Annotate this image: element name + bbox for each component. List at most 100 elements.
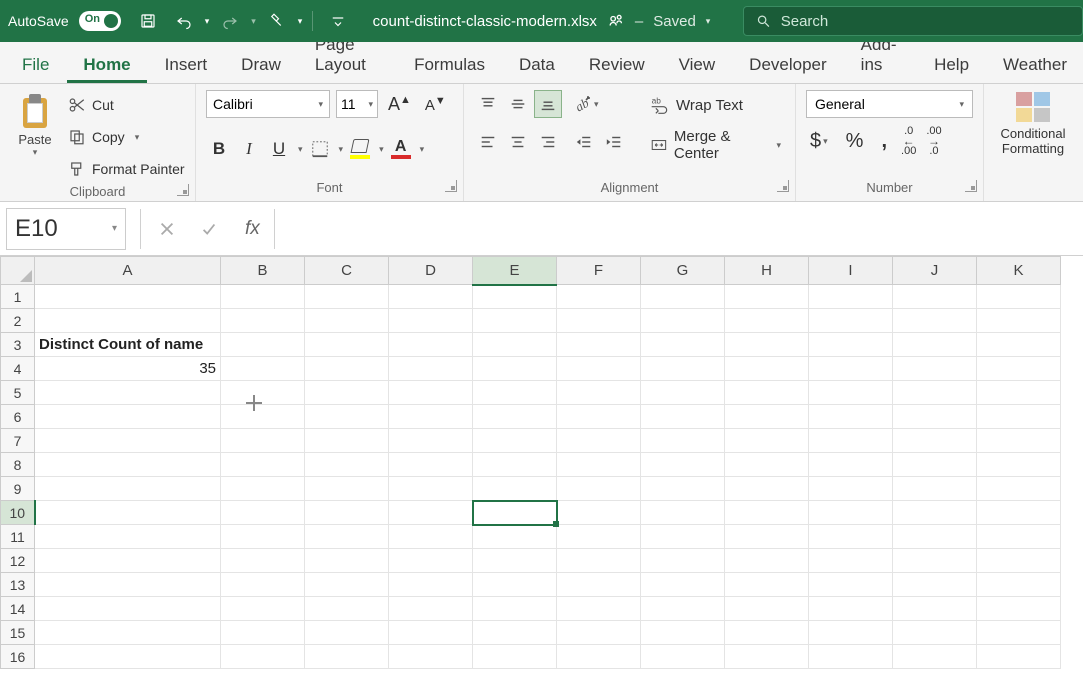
row-header-7[interactable]: 7 bbox=[1, 429, 35, 453]
column-header-D[interactable]: D bbox=[389, 257, 473, 285]
column-header-I[interactable]: I bbox=[809, 257, 893, 285]
cell-F7[interactable] bbox=[557, 429, 641, 453]
column-header-C[interactable]: C bbox=[305, 257, 389, 285]
cell-D4[interactable] bbox=[389, 357, 473, 381]
cell-K4[interactable] bbox=[977, 357, 1061, 381]
cell-A4[interactable]: 35 bbox=[35, 357, 221, 381]
cell-K3[interactable] bbox=[977, 333, 1061, 357]
cell-C14[interactable] bbox=[305, 597, 389, 621]
wrap-text-button[interactable]: ab Wrap Text bbox=[646, 90, 785, 120]
cancel-formula-button[interactable] bbox=[155, 217, 179, 241]
cell-G10[interactable] bbox=[641, 501, 725, 525]
cell-E10[interactable] bbox=[473, 501, 557, 525]
cell-G16[interactable] bbox=[641, 645, 725, 669]
cell-G7[interactable] bbox=[641, 429, 725, 453]
cell-I16[interactable] bbox=[809, 645, 893, 669]
cell-H4[interactable] bbox=[725, 357, 809, 381]
cell-G9[interactable] bbox=[641, 477, 725, 501]
cell-G14[interactable] bbox=[641, 597, 725, 621]
increase-decimal-button[interactable]: .0←.00 bbox=[901, 126, 916, 156]
row-header-8[interactable]: 8 bbox=[1, 453, 35, 477]
cell-F5[interactable] bbox=[557, 381, 641, 405]
cell-J8[interactable] bbox=[893, 453, 977, 477]
column-header-G[interactable]: G bbox=[641, 257, 725, 285]
cell-E13[interactable] bbox=[473, 573, 557, 597]
number-launcher[interactable] bbox=[965, 180, 977, 192]
cell-H12[interactable] bbox=[725, 549, 809, 573]
cell-I12[interactable] bbox=[809, 549, 893, 573]
cell-A3[interactable]: Distinct Count of name bbox=[35, 333, 221, 357]
alignment-launcher[interactable] bbox=[777, 180, 789, 192]
tab-insert[interactable]: Insert bbox=[149, 45, 224, 83]
cell-G2[interactable] bbox=[641, 309, 725, 333]
touch-mode-dropdown[interactable]: ▾ bbox=[298, 16, 303, 27]
cell-D15[interactable] bbox=[389, 621, 473, 645]
cell-D16[interactable] bbox=[389, 645, 473, 669]
column-header-B[interactable]: B bbox=[221, 257, 305, 285]
select-all-corner[interactable] bbox=[1, 257, 35, 285]
cell-A9[interactable] bbox=[35, 477, 221, 501]
row-header-13[interactable]: 13 bbox=[1, 573, 35, 597]
cell-E5[interactable] bbox=[473, 381, 557, 405]
column-header-K[interactable]: K bbox=[977, 257, 1061, 285]
touch-mode-button[interactable] bbox=[262, 6, 292, 36]
cell-D5[interactable] bbox=[389, 381, 473, 405]
qat-customize-button[interactable] bbox=[323, 6, 353, 36]
cell-F11[interactable] bbox=[557, 525, 641, 549]
font-launcher[interactable] bbox=[445, 180, 457, 192]
cell-E12[interactable] bbox=[473, 549, 557, 573]
cell-I6[interactable] bbox=[809, 405, 893, 429]
conditional-formatting-button[interactable]: Conditional Formatting bbox=[994, 90, 1072, 156]
row-header-12[interactable]: 12 bbox=[1, 549, 35, 573]
cell-K12[interactable] bbox=[977, 549, 1061, 573]
paste-button[interactable]: Paste ▾ bbox=[10, 90, 60, 158]
cell-J13[interactable] bbox=[893, 573, 977, 597]
cell-A16[interactable] bbox=[35, 645, 221, 669]
orientation-dropdown[interactable]: ▾ bbox=[594, 99, 599, 110]
align-middle-button[interactable] bbox=[504, 90, 532, 118]
cell-D10[interactable] bbox=[389, 501, 473, 525]
cell-A2[interactable] bbox=[35, 309, 221, 333]
cell-I5[interactable] bbox=[809, 381, 893, 405]
cell-F1[interactable] bbox=[557, 285, 641, 309]
font-color-button[interactable]: A bbox=[388, 140, 414, 159]
cell-F16[interactable] bbox=[557, 645, 641, 669]
cell-K5[interactable] bbox=[977, 381, 1061, 405]
column-header-J[interactable]: J bbox=[893, 257, 977, 285]
tab-file[interactable]: File bbox=[6, 45, 65, 83]
cell-G8[interactable] bbox=[641, 453, 725, 477]
cell-E4[interactable] bbox=[473, 357, 557, 381]
tab-data[interactable]: Data bbox=[503, 45, 571, 83]
cell-B13[interactable] bbox=[221, 573, 305, 597]
cell-C12[interactable] bbox=[305, 549, 389, 573]
cell-I1[interactable] bbox=[809, 285, 893, 309]
cell-A11[interactable] bbox=[35, 525, 221, 549]
cell-G6[interactable] bbox=[641, 405, 725, 429]
font-color-dropdown[interactable]: ▾ bbox=[420, 144, 425, 155]
cell-E1[interactable] bbox=[473, 285, 557, 309]
decrease-decimal-button[interactable]: .00→.0 bbox=[926, 126, 941, 156]
cell-F14[interactable] bbox=[557, 597, 641, 621]
cell-G1[interactable] bbox=[641, 285, 725, 309]
cell-F8[interactable] bbox=[557, 453, 641, 477]
cell-B1[interactable] bbox=[221, 285, 305, 309]
cell-D8[interactable] bbox=[389, 453, 473, 477]
tab-draw[interactable]: Draw bbox=[225, 45, 297, 83]
cell-J3[interactable] bbox=[893, 333, 977, 357]
cell-G15[interactable] bbox=[641, 621, 725, 645]
cell-C10[interactable] bbox=[305, 501, 389, 525]
cell-C2[interactable] bbox=[305, 309, 389, 333]
cell-B6[interactable] bbox=[221, 405, 305, 429]
clipboard-launcher[interactable] bbox=[177, 184, 189, 196]
cell-B8[interactable] bbox=[221, 453, 305, 477]
italic-button[interactable]: I bbox=[236, 136, 262, 162]
cell-B15[interactable] bbox=[221, 621, 305, 645]
cell-K14[interactable] bbox=[977, 597, 1061, 621]
cell-J16[interactable] bbox=[893, 645, 977, 669]
save-button[interactable] bbox=[133, 6, 163, 36]
grow-font-button[interactable]: A▲ bbox=[384, 92, 415, 117]
cell-A10[interactable] bbox=[35, 501, 221, 525]
cell-I2[interactable] bbox=[809, 309, 893, 333]
cut-button[interactable]: Cut bbox=[68, 92, 185, 118]
cell-B16[interactable] bbox=[221, 645, 305, 669]
